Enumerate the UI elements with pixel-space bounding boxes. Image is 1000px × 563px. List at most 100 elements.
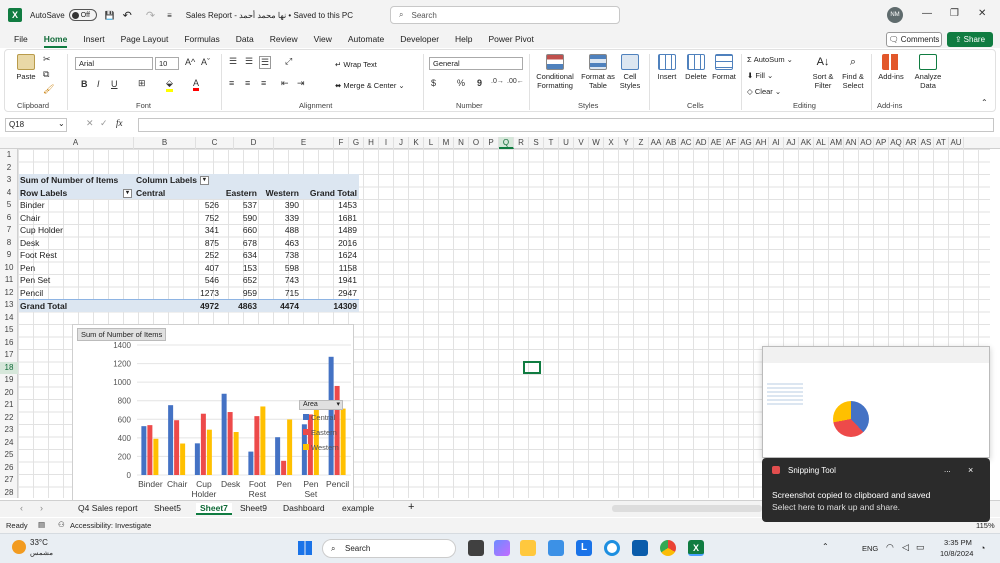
copilot-icon[interactable] bbox=[494, 540, 510, 556]
pivot-value-cell[interactable]: 660 bbox=[221, 224, 259, 237]
file-explorer-icon[interactable] bbox=[520, 540, 536, 556]
decrease-indent-icon[interactable]: ⇤ bbox=[281, 78, 289, 89]
column-header[interactable]: AI bbox=[769, 137, 784, 149]
autosum-button[interactable]: Σ AutoSum ⌄ bbox=[747, 55, 793, 64]
bar-eastern-desk[interactable] bbox=[227, 412, 233, 475]
search-box[interactable]: ⌕ Search bbox=[390, 6, 620, 24]
next-sheet-icon[interactable]: › bbox=[40, 503, 43, 513]
bar-western-chair[interactable] bbox=[180, 443, 186, 475]
pivot-column-header[interactable]: Eastern bbox=[221, 186, 259, 199]
column-header[interactable]: J bbox=[394, 137, 409, 149]
pivot-row-label[interactable]: Pen bbox=[19, 262, 134, 275]
column-header[interactable]: AB bbox=[664, 137, 679, 149]
column-header[interactable]: P bbox=[484, 137, 499, 149]
row-filter-icon[interactable]: ▾ bbox=[123, 188, 132, 198]
sort-filter-button[interactable]: A↓ Sort & Filter bbox=[809, 54, 837, 90]
fill-button[interactable]: ⬇ Fill ⌄ bbox=[747, 71, 773, 80]
column-header[interactable]: AF bbox=[724, 137, 739, 149]
align-left-icon[interactable]: ≡ bbox=[229, 78, 234, 88]
bar-western-desk[interactable] bbox=[233, 432, 239, 475]
borders-icon[interactable]: ⊞ bbox=[138, 78, 146, 89]
column-header[interactable]: AD bbox=[694, 137, 709, 149]
orientation-icon[interactable]: ⤢ bbox=[285, 56, 292, 67]
bar-western-foot-rest[interactable] bbox=[260, 406, 266, 475]
align-middle-icon[interactable]: ☰ bbox=[245, 56, 253, 67]
insert-cells-button[interactable]: Insert bbox=[655, 54, 679, 81]
row-header[interactable]: 25 bbox=[0, 449, 18, 462]
row-header[interactable]: 6 bbox=[0, 212, 18, 225]
minimize-icon[interactable]: — bbox=[922, 8, 932, 19]
column-header[interactable]: M bbox=[439, 137, 454, 149]
collapse-ribbon-icon[interactable]: ⌃ bbox=[981, 98, 988, 107]
sheet-tab-q4-sales-report[interactable]: Q4 Sales report bbox=[78, 503, 138, 513]
pivot-value-cell[interactable]: 959 bbox=[221, 287, 259, 300]
bar-central-pen[interactable] bbox=[275, 437, 281, 475]
pivot-column-labels[interactable]: Column Labels ▾ bbox=[134, 174, 359, 187]
pivot-grand-total-cell[interactable]: 4863 bbox=[221, 299, 259, 312]
column-header[interactable]: T bbox=[544, 137, 559, 149]
align-center-icon[interactable]: ≡ bbox=[245, 78, 250, 88]
column-header[interactable]: D bbox=[234, 137, 274, 149]
insert-function-button[interactable]: fx bbox=[116, 118, 123, 128]
tab-home[interactable]: Home bbox=[43, 34, 67, 48]
share-button[interactable]: ⇪ Share bbox=[947, 32, 993, 47]
row-header[interactable]: 18 bbox=[0, 361, 18, 374]
grow-font-button[interactable]: A^ bbox=[185, 57, 195, 67]
wifi-icon[interactable]: ◠ bbox=[886, 542, 894, 553]
pivot-value-cell[interactable]: 652 bbox=[221, 274, 259, 287]
screenshot-thumbnail[interactable] bbox=[762, 346, 990, 458]
row-header[interactable]: 19 bbox=[0, 374, 18, 387]
tab-file[interactable]: File bbox=[14, 34, 28, 44]
pivot-value-cell[interactable]: 488 bbox=[259, 224, 301, 237]
column-header[interactable]: Z bbox=[634, 137, 649, 149]
bar-western-pencil[interactable] bbox=[340, 408, 346, 475]
align-bottom-icon[interactable]: ☰ bbox=[259, 56, 272, 69]
wrap-text-button[interactable]: ↵ Wrap Text bbox=[335, 60, 377, 69]
column-header[interactable]: AJ bbox=[784, 137, 799, 149]
windows-start-icon[interactable] bbox=[298, 541, 312, 555]
column-header[interactable]: Q bbox=[499, 137, 514, 149]
clock-time[interactable]: 3:35 PM bbox=[944, 538, 972, 547]
tab-help[interactable]: Help bbox=[455, 34, 472, 44]
pivot-value-cell[interactable]: 875 bbox=[134, 237, 221, 250]
pivot-value-cell[interactable]: 743 bbox=[259, 274, 301, 287]
column-header[interactable]: AP bbox=[874, 137, 889, 149]
underline-button[interactable]: U bbox=[111, 79, 118, 89]
app-l-icon[interactable]: L bbox=[576, 540, 592, 556]
pivot-value-cell[interactable]: 2016 bbox=[301, 237, 359, 250]
row-header[interactable]: 3 bbox=[0, 174, 18, 187]
column-header[interactable]: X bbox=[604, 137, 619, 149]
enter-icon[interactable]: ✓ bbox=[100, 118, 108, 129]
column-header[interactable]: AA bbox=[649, 137, 664, 149]
pivot-row-label[interactable]: Foot Rest bbox=[19, 249, 134, 262]
row-header[interactable]: 16 bbox=[0, 337, 18, 350]
autosave-toggle[interactable]: Off bbox=[68, 9, 97, 21]
column-header[interactable]: H bbox=[364, 137, 379, 149]
pivot-grand-total-cell[interactable]: 14309 bbox=[301, 299, 359, 312]
format-painter-icon[interactable]: 🖌 bbox=[43, 84, 54, 95]
find-select-button[interactable]: ⌕ Find & Select bbox=[839, 54, 867, 90]
tab-insert[interactable]: Insert bbox=[83, 34, 104, 44]
tab-page-layout[interactable]: Page Layout bbox=[121, 34, 169, 44]
pivot-value-cell[interactable]: 715 bbox=[259, 287, 301, 300]
pivot-row-labels[interactable]: Row Labels ▾ bbox=[19, 186, 134, 199]
pivot-value-cell[interactable]: 341 bbox=[134, 224, 221, 237]
column-header[interactable]: E bbox=[274, 137, 334, 149]
cell-styles-button[interactable]: Cell Styles bbox=[617, 54, 643, 90]
tab-formulas[interactable]: Formulas bbox=[184, 34, 219, 44]
pivot-value-cell[interactable]: 1158 bbox=[301, 262, 359, 275]
tab-developer[interactable]: Developer bbox=[400, 34, 439, 44]
horizontal-scrollbar[interactable] bbox=[612, 505, 762, 512]
excel-taskbar-icon[interactable]: X bbox=[688, 540, 704, 556]
undo-icon[interactable]: ↶ bbox=[123, 9, 132, 22]
chrome-icon[interactable] bbox=[660, 540, 676, 556]
pivot-value-cell[interactable]: 2947 bbox=[301, 287, 359, 300]
sheet-tab-dashboard[interactable]: Dashboard bbox=[283, 503, 325, 513]
pivot-value-cell[interactable]: 752 bbox=[134, 212, 221, 225]
bar-eastern-pen[interactable] bbox=[281, 460, 287, 475]
column-header[interactable]: S bbox=[529, 137, 544, 149]
column-header[interactable]: AQ bbox=[889, 137, 904, 149]
column-header[interactable]: K bbox=[409, 137, 424, 149]
legend-field-button[interactable]: Area ▾ bbox=[299, 400, 343, 410]
bar-eastern-cup-holder[interactable] bbox=[200, 413, 206, 475]
